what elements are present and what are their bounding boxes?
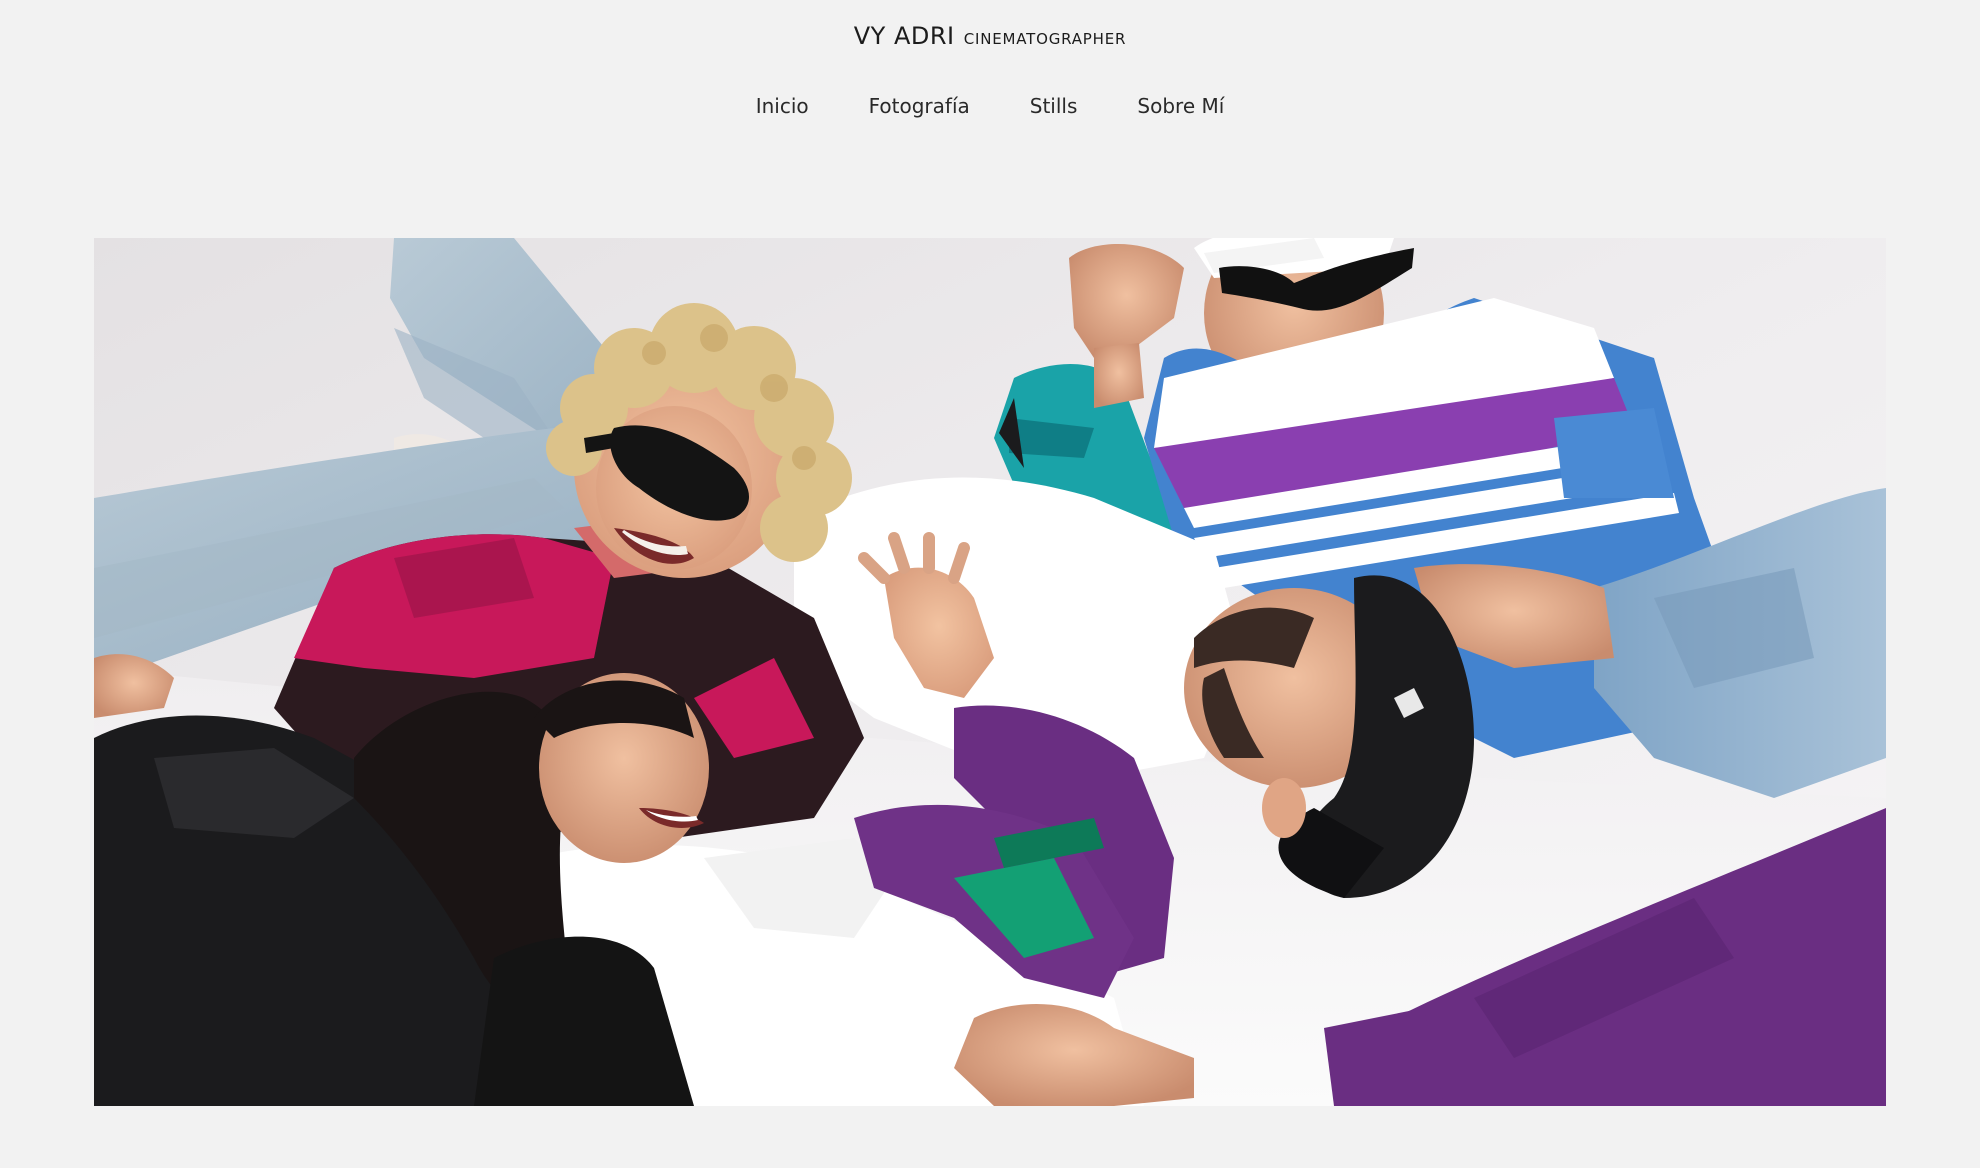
site-brand[interactable]: VY ADRI CINEMATOGRAPHER	[0, 22, 1980, 50]
brand-tagline: CINEMATOGRAPHER	[963, 30, 1127, 48]
brand-name: VY ADRI	[853, 22, 955, 50]
hero-image	[94, 238, 1886, 1106]
page: VY ADRI CINEMATOGRAPHER Inicio Fotografí…	[0, 0, 1980, 1168]
main-nav: Inicio Fotografía Stills Sobre Mí	[0, 94, 1980, 118]
nav-item-inicio[interactable]: Inicio	[756, 94, 809, 118]
nav-item-stills[interactable]: Stills	[1030, 94, 1078, 118]
group-photo	[94, 238, 1886, 1106]
nav-item-fotografia[interactable]: Fotografía	[869, 94, 970, 118]
nav-item-sobre-mi[interactable]: Sobre Mí	[1137, 94, 1224, 118]
